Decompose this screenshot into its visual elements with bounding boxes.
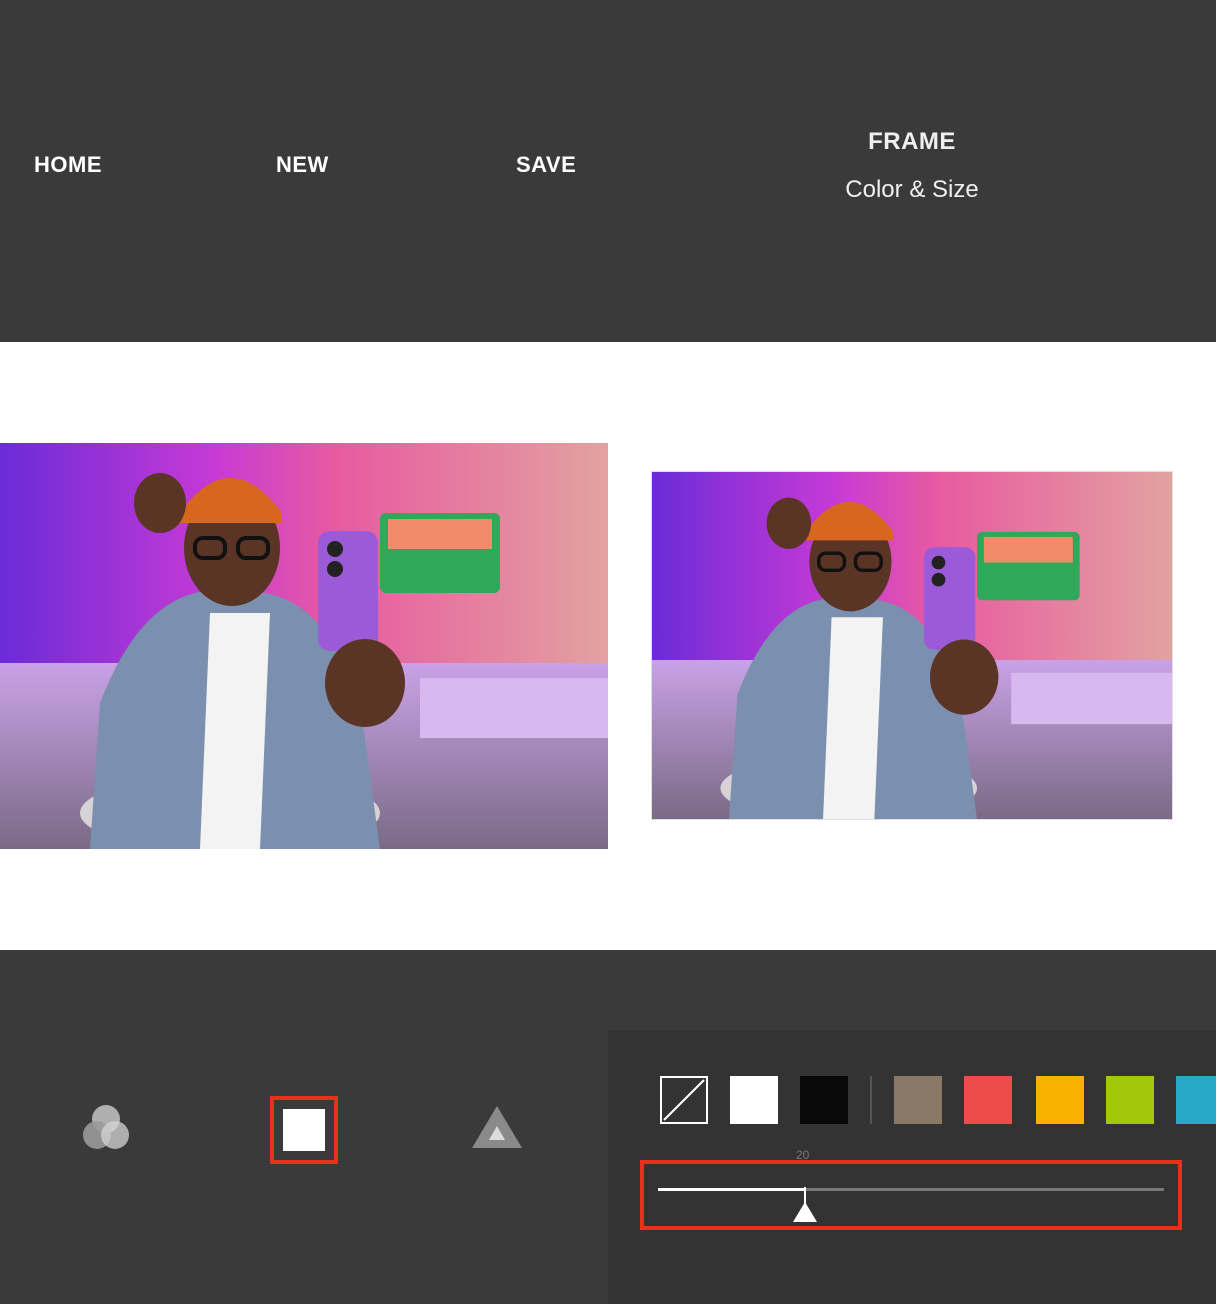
slider-fill	[658, 1188, 805, 1191]
no-color-icon	[663, 1079, 705, 1121]
mode-title: FRAME	[868, 128, 956, 155]
bottom-toolbar: 20	[0, 950, 1216, 1304]
triangle-icon	[472, 1106, 522, 1148]
blend-tool-button[interactable]	[78, 1102, 134, 1154]
frame-size-slider-highlight	[640, 1160, 1182, 1230]
circles-icon	[83, 1105, 129, 1149]
frame-size-slider[interactable]	[658, 1188, 1164, 1191]
frame-color-size-panel: 20	[608, 1030, 1216, 1304]
orange-swatch[interactable]	[1036, 1076, 1084, 1124]
swatch-divider	[870, 1076, 872, 1124]
slider-thumb[interactable]	[793, 1202, 817, 1222]
teal-swatch[interactable]	[1176, 1076, 1216, 1124]
mode-subtitle: Color & Size	[845, 176, 979, 203]
frame-tool-button[interactable]	[270, 1096, 338, 1164]
top-bar: HOME NEW SAVE FRAME Color & Size	[0, 0, 1216, 342]
square-frame-icon	[283, 1109, 325, 1151]
taupe-swatch[interactable]	[894, 1076, 942, 1124]
original-photo	[0, 443, 608, 849]
shape-tool-button[interactable]	[470, 1102, 524, 1152]
green-swatch[interactable]	[1106, 1076, 1154, 1124]
new-button[interactable]: NEW	[276, 152, 329, 178]
white-swatch[interactable]	[730, 1076, 778, 1124]
home-button[interactable]: HOME	[34, 152, 102, 178]
no-color-swatch[interactable]	[660, 1076, 708, 1124]
red-swatch[interactable]	[964, 1076, 1012, 1124]
save-button[interactable]: SAVE	[516, 152, 576, 178]
editor-canvas	[0, 342, 1216, 950]
black-swatch[interactable]	[800, 1076, 848, 1124]
framed-photo-preview	[652, 472, 1172, 819]
